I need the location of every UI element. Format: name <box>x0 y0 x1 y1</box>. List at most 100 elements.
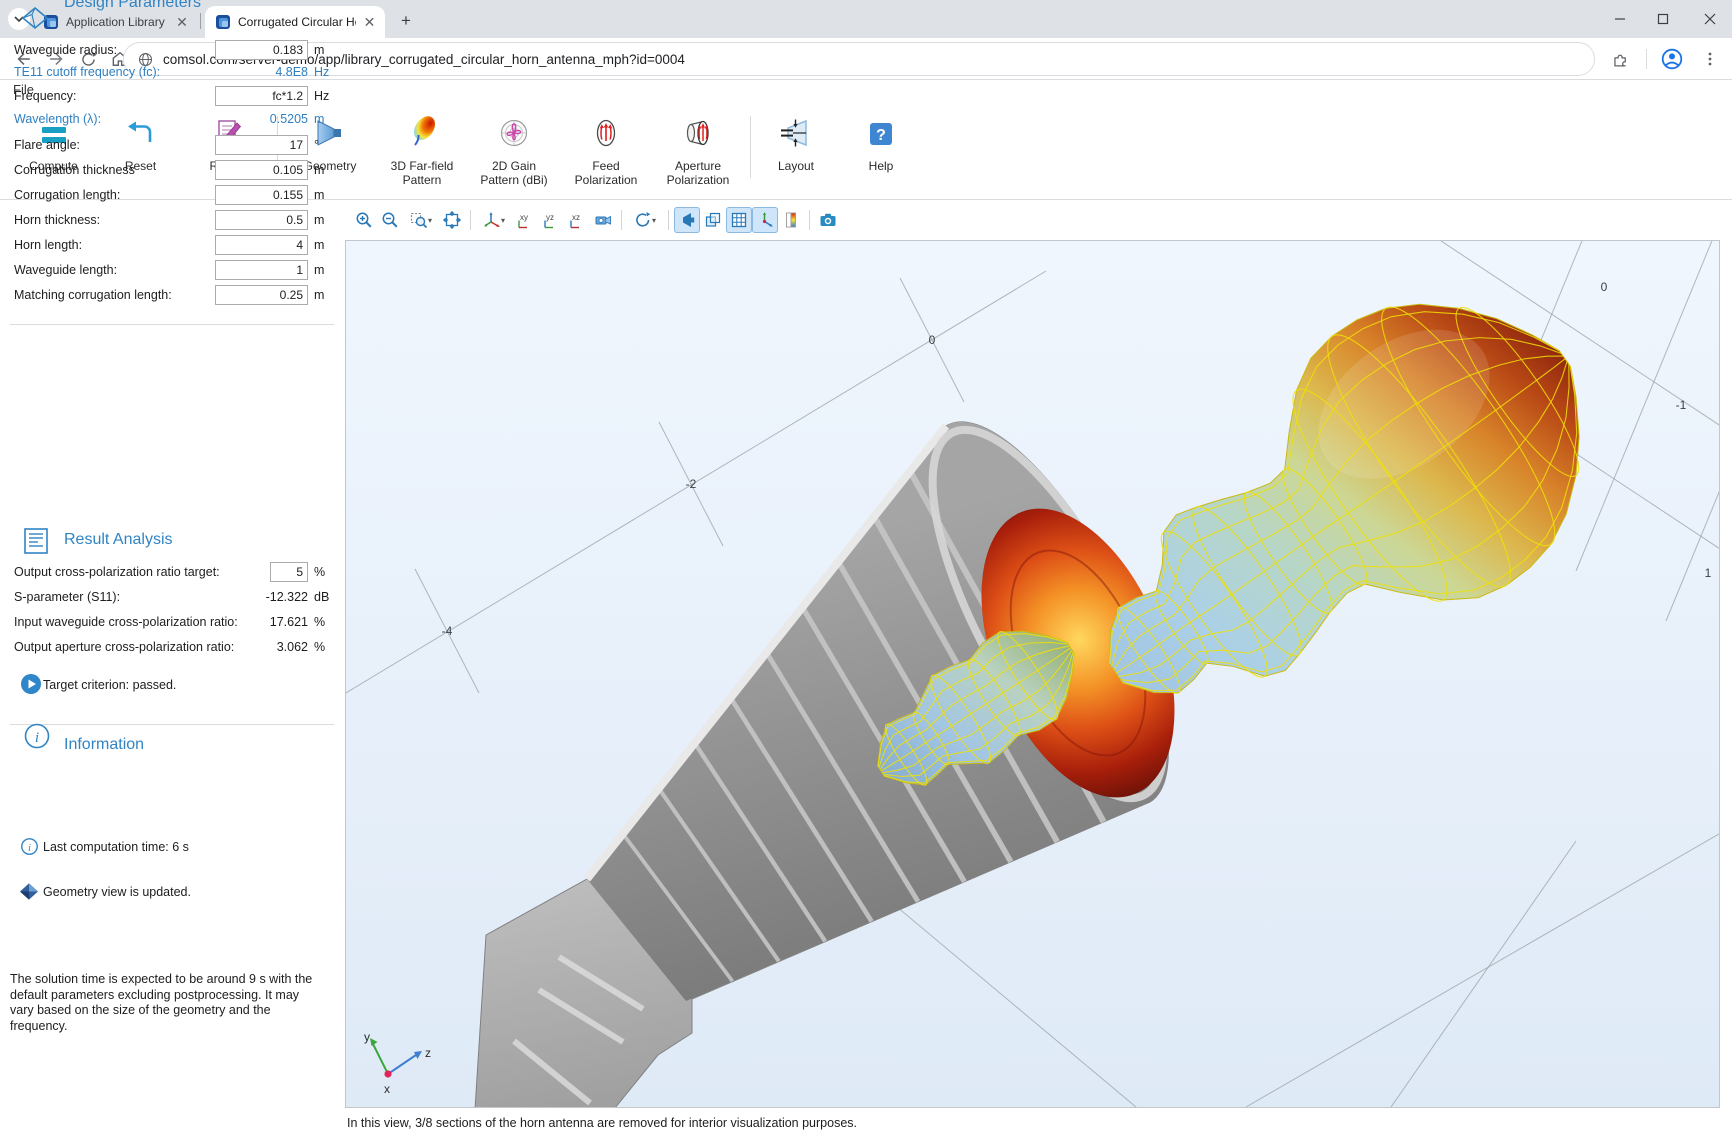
toolbar-separator <box>470 210 471 230</box>
grid-icon <box>730 211 748 229</box>
color-legend-icon <box>782 211 800 229</box>
tab-close-icon[interactable]: ✕ <box>362 14 377 31</box>
target-criterion-status: Target criterion: passed. <box>43 678 176 692</box>
zoom-box-button[interactable]: ▾ <box>403 207 439 233</box>
zoom-out-button[interactable] <box>377 207 403 233</box>
view-xz-icon: xz <box>568 211 586 229</box>
puzzle-extensions-icon <box>1611 50 1630 69</box>
axis-label: -1 <box>1676 398 1687 412</box>
te11-cutoff-value: 4.8E8 <box>215 65 308 79</box>
param-unit: Hz <box>314 89 329 103</box>
reset-icon <box>124 112 158 156</box>
go-to-default-view-button[interactable]: ▾ <box>476 207 512 233</box>
transparency-toggle[interactable] <box>700 207 726 233</box>
help-button[interactable]: ? Help <box>845 104 917 194</box>
param-label: Horn length: <box>14 238 82 252</box>
param-unit: m <box>314 43 324 57</box>
3d-far-field-pattern-button[interactable]: 3D Far-field Pattern <box>376 104 468 194</box>
graphics-toolbar: ▾ ▾ xy yz xz ▾ <box>345 202 1720 238</box>
window-minimize-button[interactable] <box>1607 6 1633 32</box>
param-label: Matching corrugation length: <box>14 288 172 302</box>
svg-text:i: i <box>28 843 31 854</box>
horn-antenna-3d-scene: 0 -2 -4 0 -1 1 y z x <box>346 241 1719 1107</box>
view-along-yz-button[interactable]: yz <box>538 207 564 233</box>
scene-light-button[interactable] <box>590 207 616 233</box>
param-unit: m <box>314 112 324 126</box>
tab-title: Corrugated Circular Horn Anten <box>238 15 356 29</box>
profile-avatar-icon <box>1660 47 1684 71</box>
param-unit: m <box>314 213 324 227</box>
corrugation-thickness-input[interactable] <box>215 160 308 180</box>
aperture-polarization-button[interactable]: Aperture Polarization <box>652 104 744 194</box>
flare-angle-input[interactable] <box>215 135 308 155</box>
scene-light-icon <box>594 211 612 229</box>
information-title: Information <box>64 736 144 754</box>
window-maximize-button[interactable] <box>1650 6 1676 32</box>
show-grid-toggle[interactable] <box>726 207 752 233</box>
param-unit: m <box>314 163 324 177</box>
horn-length-input[interactable] <box>215 235 308 255</box>
reset-button[interactable]: Reset <box>97 104 184 194</box>
default-3d-view-icon <box>483 211 501 229</box>
feed-polarization-icon <box>589 112 623 156</box>
dropdown-caret-icon: ▾ <box>652 216 656 225</box>
param-unit: % <box>314 565 325 579</box>
information-icon: i <box>24 723 50 749</box>
design-parameters-icon <box>22 6 48 30</box>
information-body: The solution time is expected to be arou… <box>10 972 322 1034</box>
transparency-cube-icon <box>704 211 722 229</box>
horn-thickness-input[interactable] <box>215 210 308 230</box>
rotate-icon <box>634 211 652 229</box>
tab-horn-antenna[interactable]: Corrugated Circular Horn Anten ✕ <box>205 6 385 38</box>
wavelength-value: 0.5205 <box>215 112 308 126</box>
axis-label: -4 <box>442 624 453 638</box>
extensions-button[interactable] <box>1608 47 1632 71</box>
waveguide-radius-input[interactable] <box>215 40 308 60</box>
param-unit: Hz <box>314 65 329 79</box>
3d-viewport[interactable]: 0 -2 -4 0 -1 1 y z x <box>345 240 1720 1108</box>
waveguide-length-input[interactable] <box>215 260 308 280</box>
tab-close-icon[interactable]: ✕ <box>175 14 189 31</box>
aperture-polarization-icon <box>681 112 715 156</box>
layout-button[interactable]: Layout <box>760 104 832 194</box>
zoom-in-button[interactable] <box>351 207 377 233</box>
view-yz-icon: yz <box>542 211 560 229</box>
y-axis-label: y <box>364 1030 370 1044</box>
snapshot-button[interactable] <box>815 207 841 233</box>
color-legend-toggle[interactable] <box>778 207 804 233</box>
new-tab-button[interactable]: + <box>394 9 418 33</box>
param-unit: m <box>314 288 324 302</box>
zoom-extents-button[interactable] <box>439 207 465 233</box>
2d-gain-pattern-button[interactable]: 2D Gain Pattern (dBi) <box>468 104 560 194</box>
zoom-box-icon <box>410 211 428 229</box>
viewport-caption: In this view, 3/8 sections of the horn a… <box>347 1116 857 1130</box>
zoom-extents-icon <box>443 211 461 229</box>
axis-orientation-icon <box>756 211 774 229</box>
design-parameters-title: Design Parameters <box>64 0 201 12</box>
target-criterion-play-icon <box>20 673 42 695</box>
profile-button[interactable] <box>1660 47 1684 71</box>
far-field-lobe-icon <box>404 112 440 156</box>
corrugation-length-input[interactable] <box>215 185 308 205</box>
show-geometry-toggle[interactable] <box>674 207 700 233</box>
polar-gain-icon <box>497 112 531 156</box>
svg-text:i: i <box>35 730 39 746</box>
minimize-icon <box>1614 13 1626 25</box>
browser-menu-button[interactable] <box>1698 47 1722 71</box>
browser-titlebar: Application Library | COMSOL S ✕ Corruga… <box>0 0 1732 38</box>
geometry-status: Geometry view is updated. <box>43 885 191 899</box>
view-along-xz-button[interactable]: xz <box>564 207 590 233</box>
window-close-button[interactable] <box>1697 6 1723 32</box>
rotate-view-button[interactable]: ▾ <box>627 207 663 233</box>
tab-title: Application Library | COMSOL S <box>66 15 169 29</box>
cross-polarization-target-input[interactable] <box>270 562 308 582</box>
settings-panel: Design Parameters Waveguide radius: m TE… <box>0 200 344 1145</box>
matching-corrugation-length-input[interactable] <box>215 285 308 305</box>
feed-polarization-button[interactable]: Feed Polarization <box>560 104 652 194</box>
frequency-input[interactable] <box>215 86 308 106</box>
show-axes-toggle[interactable] <box>752 207 778 233</box>
view-xy-icon: xy <box>516 211 534 229</box>
url-bar[interactable]: comsol.com/server-demo/app/library_corru… <box>123 42 1595 76</box>
view-along-xy-button[interactable]: xy <box>512 207 538 233</box>
output-cross-polarization-value: 3.062 <box>215 640 308 654</box>
